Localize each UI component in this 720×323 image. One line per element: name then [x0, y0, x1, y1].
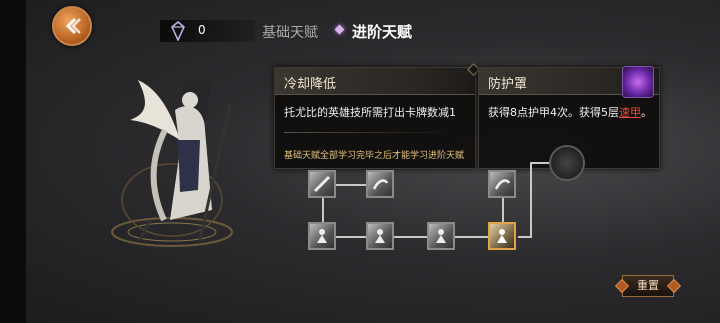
description-text: 获得8点护甲4次。获得5层	[488, 106, 619, 119]
shield-skill-icon	[622, 66, 654, 98]
scythe-icon	[494, 179, 511, 190]
divider	[284, 132, 455, 133]
angel-figure-icon	[497, 229, 507, 243]
description-end: 。	[641, 106, 652, 119]
connector-line	[336, 184, 366, 186]
back-button[interactable]	[52, 6, 92, 46]
panel-title: 防护罩	[488, 77, 528, 92]
talent-node[interactable]	[427, 222, 455, 250]
reset-button[interactable]: 重置	[622, 275, 674, 297]
talent-node[interactable]	[366, 222, 394, 250]
talent-unlock-note: 基础天赋全部学习完毕之后才能学习进阶天赋	[284, 151, 465, 161]
blade-slash-icon	[313, 175, 331, 193]
panel-header: 冷却降低	[275, 68, 475, 95]
connector-line	[530, 162, 532, 238]
panel-title: 冷却降低	[284, 77, 337, 92]
connector-line	[518, 236, 530, 238]
locked-round-node[interactable]	[549, 145, 585, 181]
connector-line	[336, 236, 488, 238]
angel-figure-icon	[436, 229, 446, 243]
angel-figure-icon	[317, 229, 327, 243]
talent-node[interactable]	[488, 170, 516, 198]
tab-advanced-talent[interactable]: 进阶天赋	[352, 21, 412, 42]
back-arrow-icon	[65, 17, 81, 35]
scythe-icon	[372, 179, 389, 190]
talent-node-selected[interactable]	[488, 222, 516, 250]
talent-description: 获得8点护甲4次。获得5层速甲。	[488, 104, 652, 120]
talent-node[interactable]	[308, 170, 336, 198]
angel-figure-icon	[375, 229, 385, 243]
hero-portrait	[130, 78, 232, 241]
screen-edge	[0, 0, 26, 323]
keyword-link[interactable]: 速甲	[619, 106, 641, 119]
talent-description: 托尤比的英雄技所需打出卡牌数减1	[284, 106, 456, 119]
talent-node[interactable]	[366, 170, 394, 198]
talent-points-value: 0	[198, 23, 206, 37]
rune-crystal-icon	[171, 21, 185, 41]
talent-detail-panel-cooldown: 冷却降低 托尤比的英雄技所需打出卡牌数减1 基础天赋全部学习完毕之后才能学习进阶…	[274, 63, 480, 169]
talent-points-display: 0	[160, 20, 255, 42]
tab-basic-talent[interactable]: 基础天赋	[262, 22, 318, 42]
connector-line	[532, 162, 550, 164]
talent-node[interactable]	[308, 222, 336, 250]
